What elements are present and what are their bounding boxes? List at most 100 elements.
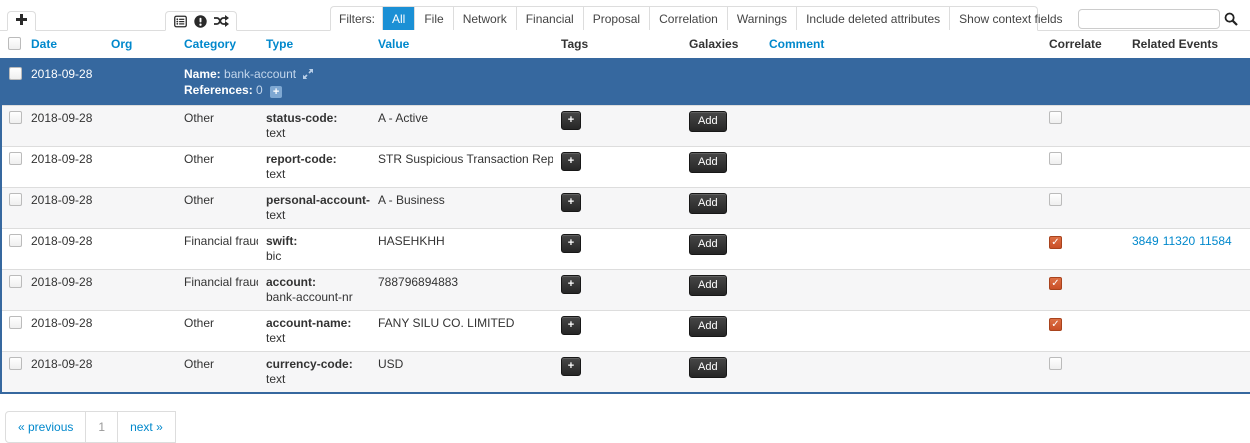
filter-tab-all[interactable]: All [382, 7, 414, 30]
row-checkbox[interactable] [9, 357, 22, 370]
object-row-checkbox[interactable] [9, 67, 22, 80]
galaxies-cell: Add [681, 106, 761, 147]
date-cell: 2018-09-28 [23, 311, 103, 352]
object-name-label: Name: [184, 67, 221, 81]
related-event-link[interactable]: 3849 [1132, 234, 1159, 248]
add-galaxy-button[interactable]: Add [689, 111, 727, 132]
row-checkbox[interactable] [9, 316, 22, 329]
column-header-date[interactable]: Date [23, 31, 103, 59]
pagination-item-previous[interactable]: « previous [5, 411, 86, 443]
date-cell: 2018-09-28 [23, 106, 103, 147]
add-galaxy-button[interactable]: Add [689, 357, 727, 378]
filter-tab-include-deleted-attributes[interactable]: Include deleted attributes [796, 7, 949, 30]
column-header-value[interactable]: Value [370, 31, 553, 59]
add-tag-button[interactable]: + [561, 234, 581, 253]
comment-cell [761, 188, 1041, 229]
related-event-link[interactable]: 11320 [1163, 234, 1195, 248]
correlate-checkbox[interactable] [1049, 152, 1062, 165]
pagination-item-next[interactable]: next » [117, 411, 176, 443]
row-checkbox[interactable] [9, 111, 22, 124]
correlate-cell [1041, 188, 1124, 229]
add-tag-button[interactable]: + [561, 275, 581, 294]
correlate-cell: ✓ [1041, 311, 1124, 352]
plus-icon [16, 14, 27, 28]
row-checkbox[interactable] [9, 275, 22, 288]
column-header-category[interactable]: Category [176, 31, 258, 59]
attribute-row: 2018-09-28 Other personal-account-type: … [1, 188, 1250, 229]
add-attribute-button[interactable] [7, 11, 36, 31]
row-checkbox[interactable] [9, 234, 22, 247]
correlate-checkbox[interactable]: ✓ [1049, 277, 1062, 290]
list-alt-icon[interactable] [174, 15, 187, 28]
filter-tab-proposal[interactable]: Proposal [583, 7, 649, 30]
related-event-link[interactable]: 11584 [1199, 234, 1231, 248]
row-checkbox[interactable] [9, 193, 22, 206]
related-events-cell [1124, 147, 1250, 188]
correlate-checkbox[interactable] [1049, 111, 1062, 124]
add-galaxy-button[interactable]: Add [689, 316, 727, 337]
org-cell [103, 352, 176, 394]
correlate-cell: ✓ [1041, 270, 1124, 311]
add-reference-icon[interactable]: + [270, 86, 282, 98]
checkbox-cell [1, 147, 23, 188]
add-galaxy-button[interactable]: Add [689, 152, 727, 173]
add-tag-button[interactable]: + [561, 152, 581, 171]
filter-tab-correlation[interactable]: Correlation [649, 7, 727, 30]
filter-tab-show-context-fields[interactable]: Show context fields [949, 7, 1071, 30]
filter-tab-financial[interactable]: Financial [516, 7, 583, 30]
pagination-item-1[interactable]: 1 [85, 411, 118, 443]
add-galaxy-button[interactable]: Add [689, 275, 727, 296]
object-row: 2018-09-28 Name: bank-account References… [1, 59, 1250, 106]
filter-tab-network[interactable]: Network [453, 7, 516, 30]
add-tag-button[interactable]: + [561, 111, 581, 130]
filter-tab-file[interactable]: File [414, 7, 452, 30]
galaxies-cell: Add [681, 229, 761, 270]
search-icon[interactable] [1220, 10, 1242, 28]
checkbox-cell [1, 229, 23, 270]
correlate-checkbox[interactable] [1049, 193, 1062, 206]
value-cell: A - Active [370, 106, 553, 147]
column-header-org[interactable]: Org [103, 31, 176, 59]
tags-cell: + [553, 270, 681, 311]
exclamation-circle-icon[interactable] [194, 15, 207, 28]
comment-cell [761, 352, 1041, 394]
correlate-checkbox[interactable]: ✓ [1049, 236, 1062, 249]
filter-tab-warnings[interactable]: Warnings [727, 7, 796, 30]
galaxies-cell: Add [681, 311, 761, 352]
object-references-line: References: 0 + [184, 83, 1242, 98]
attribute-toolbar: Filters: AllFileNetworkFinancialProposal… [0, 0, 1250, 31]
correlate-checkbox[interactable] [1049, 357, 1062, 370]
column-header-type[interactable]: Type [258, 31, 370, 59]
type-cell: personal-account-type: text [258, 188, 370, 229]
value-cell: A - Business [370, 188, 553, 229]
correlate-cell [1041, 106, 1124, 147]
correlate-checkbox[interactable]: ✓ [1049, 318, 1062, 331]
add-tag-button[interactable]: + [561, 316, 581, 335]
org-cell [103, 311, 176, 352]
object-name-value: bank-account [224, 67, 296, 81]
checkbox-cell [1, 106, 23, 147]
date-cell: 2018-09-28 [23, 352, 103, 394]
tags-cell: + [553, 106, 681, 147]
column-header-comment[interactable]: Comment [761, 31, 1041, 59]
correlate-cell [1041, 352, 1124, 394]
expand-object-icon[interactable] [303, 68, 313, 82]
table-header-row: DateOrgCategoryTypeValueTagsGalaxiesComm… [1, 31, 1250, 59]
comment-cell [761, 229, 1041, 270]
pagination: « previous1next » [5, 411, 1250, 443]
add-galaxy-button[interactable]: Add [689, 234, 727, 255]
row-checkbox[interactable] [9, 152, 22, 165]
value-cell: USD [370, 352, 553, 394]
select-all-checkbox[interactable] [8, 37, 21, 50]
add-galaxy-button[interactable]: Add [689, 193, 727, 214]
add-tag-button[interactable]: + [561, 193, 581, 212]
checkbox-cell [1, 352, 23, 394]
search-area [1078, 9, 1242, 29]
shuffle-icon[interactable] [214, 15, 229, 27]
category-cell: Other [176, 311, 258, 352]
category-cell: Other [176, 106, 258, 147]
related-events-cell [1124, 311, 1250, 352]
add-tag-button[interactable]: + [561, 357, 581, 376]
value-cell: HASEHKHH [370, 229, 553, 270]
search-input[interactable] [1078, 9, 1220, 29]
